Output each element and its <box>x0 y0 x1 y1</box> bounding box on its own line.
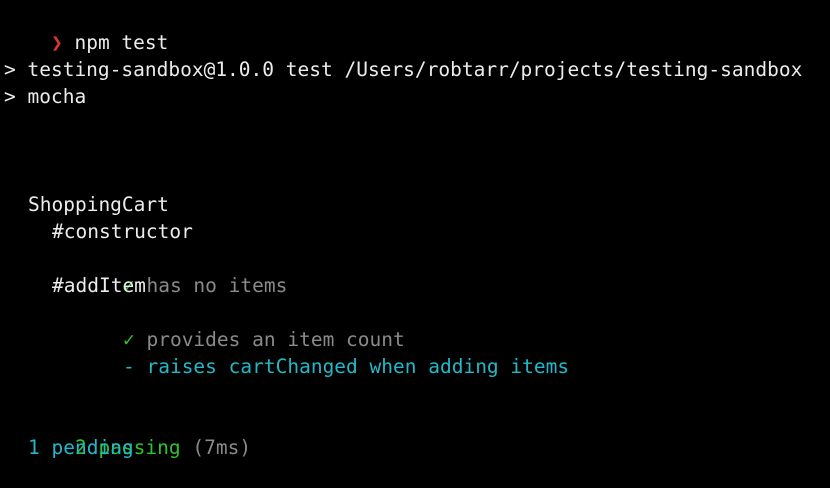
mocha-command-line: > mocha <box>4 85 87 108</box>
test-result-row: ✓ has no items <box>76 245 287 297</box>
duration-text: (7ms) <box>192 436 252 459</box>
test-title: has no items <box>146 274 288 297</box>
prompt-chevron-icon: ❯ <box>50 31 63 54</box>
npm-script-line: > testing-sandbox@1.0.0 test /Users/robt… <box>4 58 803 81</box>
test-result-row-pending: - raises cartChanged when adding items <box>76 326 569 378</box>
command-text: npm test <box>74 31 169 54</box>
command-line: ❯ npm test <box>4 2 168 54</box>
summary-passing: 2 passing (7ms) <box>28 407 251 459</box>
summary-pending: 1 pending <box>28 436 134 459</box>
pending-dash-icon: - <box>122 355 135 378</box>
group-title: #addItem <box>52 274 146 297</box>
group-title: #constructor <box>52 220 193 243</box>
test-title: raises cartChanged when adding items <box>146 355 570 378</box>
test-result-row: ✓ provides an item count <box>76 299 405 351</box>
suite-title: ShoppingCart <box>28 193 169 216</box>
terminal-window[interactable]: ❯ npm test > testing-sandbox@1.0.0 test … <box>0 0 830 471</box>
